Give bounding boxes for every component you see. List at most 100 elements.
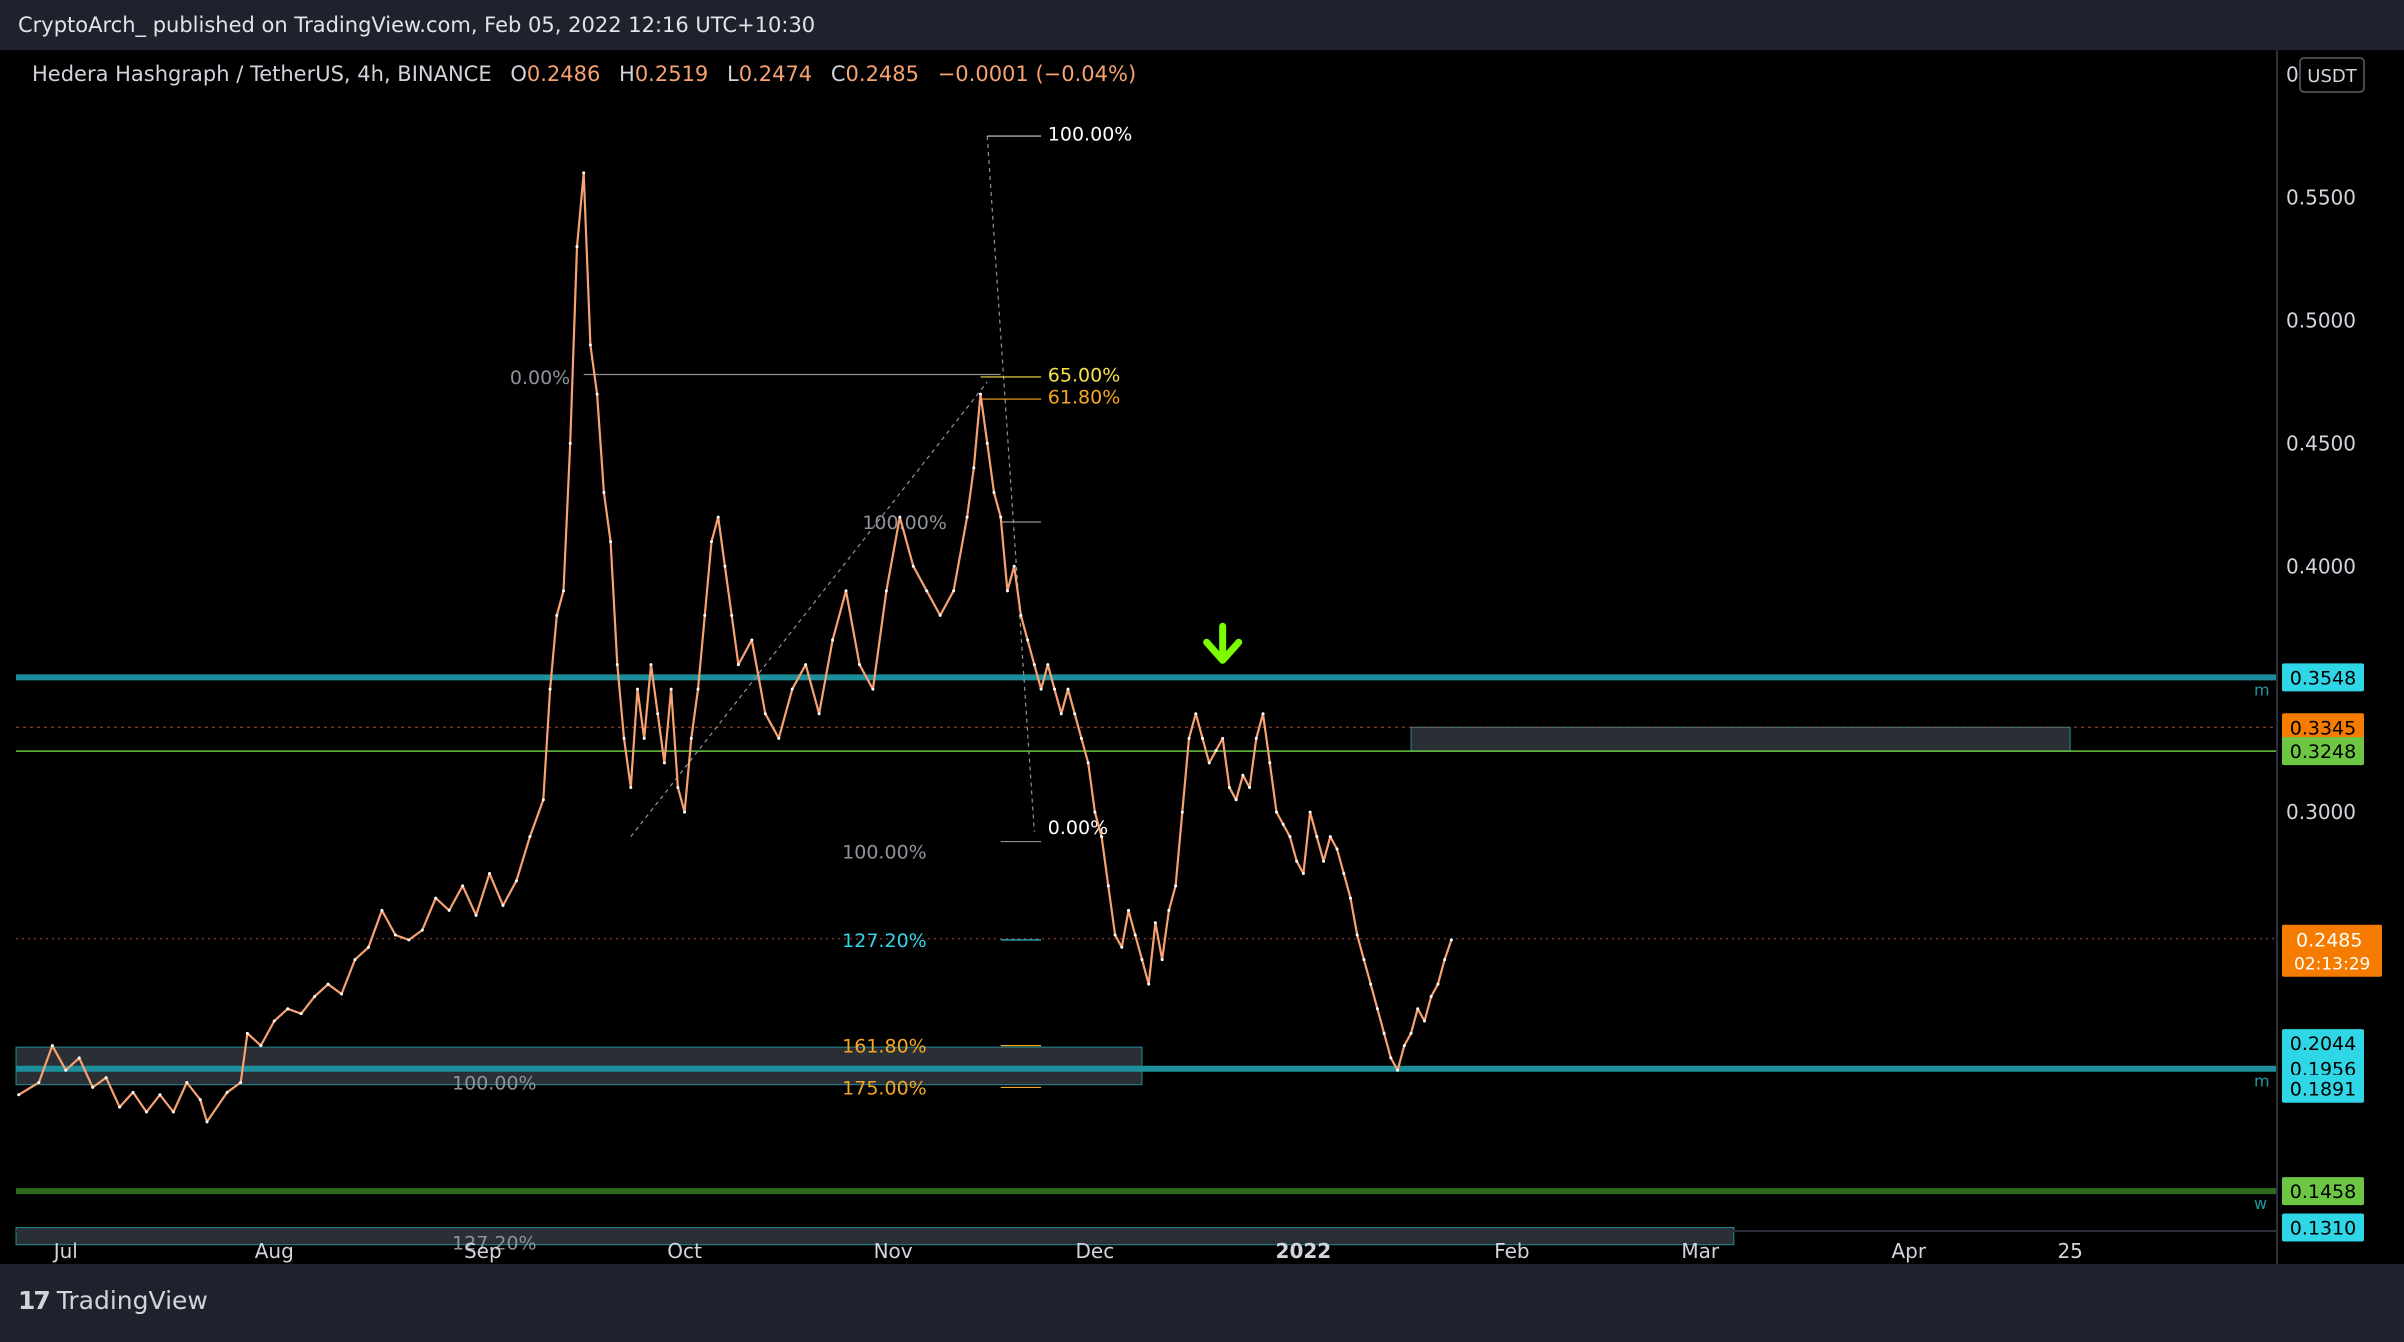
price-point-6 <box>104 1076 108 1080</box>
price-point-95 <box>1032 663 1036 667</box>
high-value: 0.2519 <box>634 62 709 86</box>
price-point-138 <box>1322 859 1326 863</box>
price-point-20 <box>286 1007 290 1011</box>
zones-layer <box>15 726 2071 1246</box>
price-point-79 <box>884 589 888 593</box>
price-point-49 <box>609 540 613 544</box>
price-point-123 <box>1221 736 1225 740</box>
price-point-93 <box>1019 613 1023 617</box>
price-point-0 <box>17 1093 21 1097</box>
price-point-156 <box>1443 958 1447 962</box>
x-tick-Oct: Oct <box>667 1239 702 1263</box>
price-point-140 <box>1335 847 1339 851</box>
y-tick-0.4000: 0.4000 <box>2286 554 2356 578</box>
price-point-157 <box>1449 938 1453 942</box>
tradingview-logo-icon: 17 <box>18 1286 51 1315</box>
price-point-148 <box>1389 1056 1393 1060</box>
price-point-77 <box>857 663 861 667</box>
price-point-130 <box>1268 761 1272 765</box>
footer-bar: 17 TradingView <box>0 1264 2404 1342</box>
high-label: H <box>619 62 635 86</box>
price-point-109 <box>1127 908 1131 912</box>
price-tag-text-0.1458: 0.1458 <box>2290 1181 2356 1203</box>
price-point-86 <box>972 466 976 470</box>
fib-label-8: 161.80% <box>842 1036 927 1058</box>
price-chart[interactable]: mmw 100.00%65.00%61.80%0.00%100.00%0.00%… <box>0 0 2404 1342</box>
price-point-46 <box>588 343 592 347</box>
price-point-56 <box>656 712 660 716</box>
price-point-131 <box>1274 810 1278 814</box>
tradingview-brand[interactable]: 17 TradingView <box>18 1286 208 1315</box>
price-point-139 <box>1328 835 1332 839</box>
price-point-28 <box>393 933 397 937</box>
price-point-53 <box>636 687 639 691</box>
price-point-5 <box>91 1085 95 1089</box>
price-point-98 <box>1053 687 1057 691</box>
price-point-88 <box>985 441 989 445</box>
price-point-66 <box>723 564 727 568</box>
price-point-2 <box>50 1044 54 1048</box>
price-point-150 <box>1402 1044 1406 1048</box>
price-point-114 <box>1160 958 1164 962</box>
price-point-149 <box>1396 1068 1400 1072</box>
price-point-69 <box>750 638 754 642</box>
fib-label-3: 0.00% <box>510 367 570 389</box>
price-point-97 <box>1046 663 1050 667</box>
low-label: L <box>726 62 739 86</box>
price-point-68 <box>736 663 740 667</box>
low-value: 0.2474 <box>738 62 813 86</box>
price-axis-border <box>2276 50 2278 1264</box>
price-point-110 <box>1133 933 1137 937</box>
price-point-65 <box>716 515 720 519</box>
brand-text: TradingView <box>56 1286 208 1315</box>
price-point-43 <box>568 441 572 445</box>
price-point-107 <box>1113 933 1117 937</box>
price-point-16 <box>239 1081 243 1084</box>
price-point-85 <box>965 515 969 519</box>
price-point-45 <box>582 171 586 175</box>
x-tick-2022: 2022 <box>1276 1239 1332 1263</box>
price-point-113 <box>1153 921 1157 925</box>
open-value: 0.2486 <box>526 62 601 86</box>
price-point-81 <box>911 564 915 568</box>
price-point-106 <box>1106 884 1110 888</box>
price-point-31 <box>434 896 438 900</box>
price-point-136 <box>1308 810 1312 814</box>
price-point-11 <box>171 1110 175 1114</box>
resistance-zone-box <box>1410 726 2071 752</box>
price-point-29 <box>407 938 411 942</box>
open-label: O <box>510 62 527 86</box>
price-point-64 <box>709 540 713 544</box>
price-point-152 <box>1416 1007 1420 1011</box>
price-point-120 <box>1201 736 1204 740</box>
y-tick-0.4500: 0.4500 <box>2286 431 2356 455</box>
price-point-127 <box>1248 786 1252 789</box>
price-point-22 <box>313 994 317 998</box>
price-point-83 <box>938 613 942 617</box>
price-point-4 <box>77 1056 81 1060</box>
price-point-63 <box>703 613 707 617</box>
price-point-41 <box>555 613 559 617</box>
price-point-104 <box>1093 810 1097 814</box>
price-point-50 <box>615 663 619 667</box>
fib-label-2: 61.80% <box>1048 387 1120 409</box>
price-point-132 <box>1281 822 1285 826</box>
price-point-137 <box>1315 835 1319 839</box>
price-tag-text-0.3248: 0.3248 <box>2290 741 2356 763</box>
price-point-116 <box>1174 884 1178 888</box>
price-point-10 <box>158 1093 162 1097</box>
price-point-14 <box>205 1120 209 1124</box>
price-tag-text-0.2044: 0.2044 <box>2290 1033 2356 1055</box>
price-point-134 <box>1295 859 1299 863</box>
price-point-74 <box>817 712 821 716</box>
price-point-48 <box>602 491 606 494</box>
price-tag-text-0.1310: 0.1310 <box>2290 1218 2356 1240</box>
price-point-51 <box>622 736 626 740</box>
price-point-100 <box>1066 687 1070 691</box>
price-point-153 <box>1422 1019 1426 1023</box>
fib-label-6: 100.00% <box>842 841 927 863</box>
price-point-36 <box>501 904 505 907</box>
price-point-80 <box>898 515 902 519</box>
price-point-108 <box>1120 945 1124 949</box>
price-point-76 <box>844 589 848 593</box>
